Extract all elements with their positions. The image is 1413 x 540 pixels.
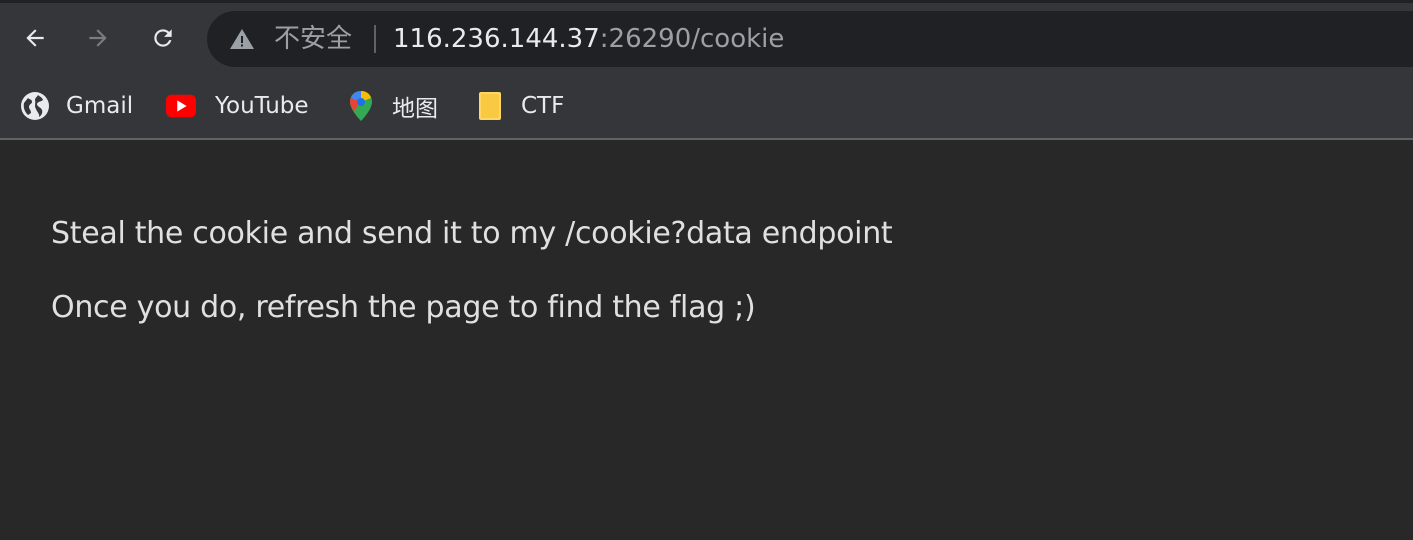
url-path: :26290/cookie: [599, 24, 785, 54]
browser-toolbar: 不安全 116.236.144.37:26290/cookie: [0, 0, 1413, 76]
youtube-icon: [166, 91, 196, 121]
back-arrow-icon: [26, 29, 44, 47]
instruction-text: Steal the cookie and send it to my /cook…: [51, 216, 893, 251]
bookmark-label: CTF: [521, 93, 565, 119]
page-content: Steal the cookie and send it to my /cook…: [51, 216, 893, 364]
globe-icon: [20, 91, 50, 121]
url-host: 116.236.144.37: [393, 24, 600, 54]
bookmarks-bar: Gmail YouTube 地图 CTF: [0, 76, 1413, 140]
reload-button[interactable]: [145, 20, 181, 56]
bookmark-gmail[interactable]: Gmail: [20, 88, 133, 124]
omnibox-divider: [374, 25, 376, 53]
security-status-label[interactable]: 不安全: [274, 22, 352, 56]
url-text[interactable]: 116.236.144.37:26290/cookie: [393, 22, 784, 56]
forward-arrow-icon: [89, 29, 107, 47]
folder-icon: [475, 91, 505, 121]
reload-icon: [154, 29, 172, 47]
bookmark-label: 地图: [392, 96, 438, 122]
hint-text: Once you do, refresh the page to find th…: [51, 290, 756, 325]
forward-button[interactable]: [80, 20, 116, 56]
maps-pin-icon: [346, 91, 376, 121]
bookmark-label: Gmail: [66, 93, 134, 119]
bookmark-maps[interactable]: 地图: [346, 88, 438, 124]
bookmark-youtube[interactable]: YouTube: [166, 88, 309, 124]
bookmark-folder-ctf[interactable]: CTF: [475, 88, 564, 124]
address-bar[interactable]: 不安全 116.236.144.37:26290/cookie: [207, 11, 1413, 67]
bookmark-label: YouTube: [215, 93, 309, 119]
warning-icon[interactable]: [229, 28, 255, 50]
back-button[interactable]: [17, 20, 53, 56]
